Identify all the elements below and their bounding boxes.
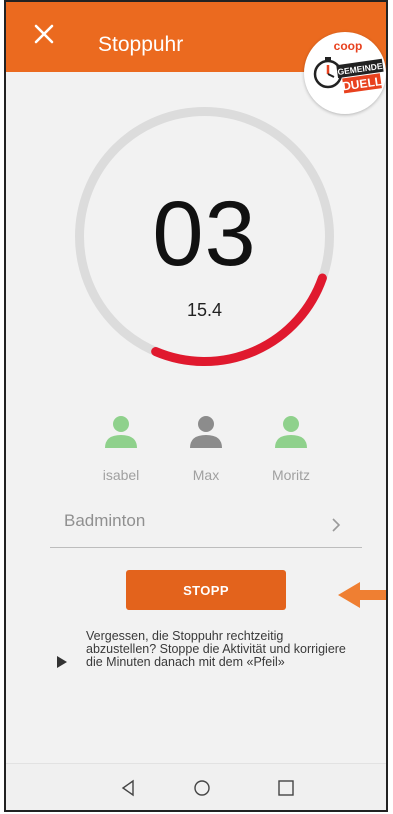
page-title: Stoppuhr <box>98 33 184 56</box>
activity-label: Badminton <box>64 511 146 530</box>
logo-line2-text: DUELL <box>341 74 383 93</box>
android-navbar <box>6 763 386 810</box>
person-icon <box>105 416 137 448</box>
participant-name: Max <box>192 467 220 483</box>
nav-home-icon[interactable] <box>192 778 212 798</box>
timer-seconds: 15.4 <box>186 300 223 320</box>
info-hint: Vergessen, die Stoppuhr rechtzeitig abzu… <box>56 626 356 696</box>
info-text: Vergessen, die Stoppuhr rechtzeitig abzu… <box>86 629 346 669</box>
coop-gemeinde-duell-logo: coop GEMEINDE DUELL <box>304 32 386 114</box>
activity-selector[interactable]: Badminton <box>50 507 362 548</box>
participant-max[interactable]: Max <box>171 414 241 483</box>
close-icon <box>34 24 54 44</box>
person-icon <box>275 416 307 448</box>
logo-graphic: coop GEMEINDE DUELL <box>313 39 384 93</box>
play-icon[interactable] <box>56 655 68 669</box>
nav-back-icon[interactable] <box>118 778 138 798</box>
stop-button[interactable]: STOPP <box>126 570 286 610</box>
participant-moritz[interactable]: Moritz <box>256 414 326 483</box>
chevron-right-icon <box>332 518 341 532</box>
timer-dial: 03 15.4 <box>72 104 337 369</box>
close-button[interactable] <box>30 20 58 48</box>
app-frame: Stoppuhr coop GEMEINDE DUELL 03 15.4 isa… <box>4 0 388 812</box>
arrow-left-icon <box>338 582 386 608</box>
participant-name: isabel <box>102 467 140 483</box>
participants-list: isabel Max Moritz <box>86 414 326 484</box>
participant-isabel[interactable]: isabel <box>86 414 156 483</box>
nav-recents-icon[interactable] <box>276 778 296 798</box>
participant-name: Moritz <box>271 467 311 483</box>
person-icon <box>190 416 222 448</box>
logo-brand-text: coop <box>334 39 363 53</box>
timer-minutes: 03 <box>152 183 257 285</box>
